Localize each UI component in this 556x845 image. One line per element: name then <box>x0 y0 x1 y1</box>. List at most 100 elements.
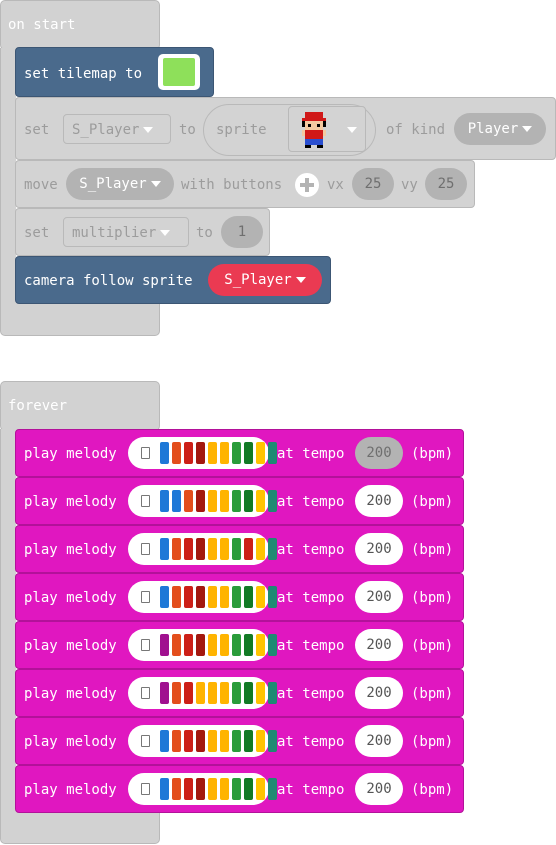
melody-note <box>160 730 169 752</box>
bpm-label: (bpm) <box>411 686 454 702</box>
at-tempo-label: at tempo <box>277 590 345 606</box>
set-sprite-set-label: set <box>24 122 50 138</box>
melody-icon <box>141 687 150 699</box>
bpm-label: (bpm) <box>411 782 454 798</box>
play-melody-label: play melody <box>24 782 117 798</box>
melody-note <box>160 538 169 560</box>
melody-note <box>160 490 169 512</box>
melody-note <box>196 442 205 464</box>
melody-note <box>184 586 193 608</box>
at-tempo-label: at tempo <box>277 686 345 702</box>
melody-note <box>208 682 217 704</box>
melody-note <box>196 490 205 512</box>
melody-note <box>220 538 229 560</box>
melody-note <box>232 538 241 560</box>
play-melody-label: play melody <box>24 542 117 558</box>
melody-note <box>256 586 265 608</box>
forever-footer <box>0 812 160 844</box>
tempo-input[interactable]: 200 <box>355 437 403 469</box>
sprite-label: sprite <box>216 122 267 138</box>
camera-variable-dropdown[interactable]: S_Player <box>208 264 322 296</box>
forever-label: forever <box>8 398 68 414</box>
tempo-input[interactable]: 200 <box>355 581 403 613</box>
tempo-input[interactable]: 200 <box>355 485 403 517</box>
melody-note <box>244 442 253 464</box>
melody-note <box>184 730 193 752</box>
at-tempo-label: at tempo <box>277 542 345 558</box>
melody-note <box>268 730 277 752</box>
melody-note <box>232 634 241 656</box>
melody-field[interactable] <box>128 677 277 709</box>
multiplier-variable-dropdown[interactable]: multiplier <box>63 217 189 247</box>
tempo-input[interactable]: 200 <box>355 677 403 709</box>
melody-icon <box>141 543 150 555</box>
melody-icon <box>141 495 150 507</box>
tilemap-swatch <box>163 58 195 86</box>
tempo-input[interactable]: 200 <box>355 725 403 757</box>
move-variable: S_Player <box>79 176 147 192</box>
camera-follow-label: camera follow sprite <box>24 273 193 289</box>
chevron-down-icon <box>150 181 161 187</box>
plus-v <box>305 178 309 192</box>
on-start-gutter <box>0 48 16 304</box>
bpm-label: (bpm) <box>411 638 454 654</box>
vx-label: vx <box>327 177 344 193</box>
melody-icon <box>141 639 150 651</box>
melody-field[interactable] <box>128 485 277 517</box>
at-tempo-label: at tempo <box>277 734 345 750</box>
melody-note <box>184 634 193 656</box>
melody-note <box>256 682 265 704</box>
multiplier-value-input[interactable]: 1 <box>221 216 263 248</box>
melody-note <box>220 442 229 464</box>
sprite-image-dropdown[interactable] <box>288 106 366 152</box>
melody-note <box>244 490 253 512</box>
melody-note <box>172 442 181 464</box>
melody-note <box>268 778 277 800</box>
melody-note <box>232 490 241 512</box>
melody-field[interactable] <box>128 725 277 757</box>
add-parameter-icon[interactable] <box>295 173 319 197</box>
melody-note <box>184 538 193 560</box>
play-melody-label: play melody <box>24 590 117 606</box>
chevron-down-icon <box>522 126 533 132</box>
melody-icon <box>141 447 150 459</box>
melody-field[interactable] <box>128 581 277 613</box>
melody-field[interactable] <box>128 629 277 661</box>
move-variable-dropdown[interactable]: S_Player <box>66 168 174 200</box>
kind-dropdown[interactable]: Player <box>454 113 546 145</box>
on-start-label: on start <box>8 17 76 33</box>
at-tempo-label: at tempo <box>277 494 345 510</box>
melody-icon <box>141 591 150 603</box>
melody-note <box>160 778 169 800</box>
vx-input[interactable]: 25 <box>352 168 394 200</box>
melody-note <box>172 538 181 560</box>
melody-note <box>256 778 265 800</box>
vy-input[interactable]: 25 <box>425 168 467 200</box>
melody-note <box>244 634 253 656</box>
melody-note <box>196 682 205 704</box>
chevron-down-icon <box>143 127 154 133</box>
of-kind-label: of kind <box>386 122 446 138</box>
melody-note <box>268 634 277 656</box>
tempo-input[interactable]: 200 <box>355 629 403 661</box>
play-melody-label: play melody <box>24 734 117 750</box>
bpm-label: (bpm) <box>411 446 454 462</box>
melody-note <box>160 682 169 704</box>
set-tilemap-label: set tilemap to <box>24 66 143 82</box>
tempo-input[interactable]: 200 <box>355 773 403 805</box>
melody-note <box>256 490 265 512</box>
melody-icon <box>141 735 150 747</box>
set-sprite-to-label: to <box>179 122 196 138</box>
tempo-input[interactable]: 200 <box>355 533 403 565</box>
melody-field[interactable] <box>128 437 277 469</box>
chevron-down-icon <box>347 127 357 133</box>
melody-field[interactable] <box>128 773 277 805</box>
melody-note <box>244 586 253 608</box>
set-sprite-variable: S_Player <box>72 122 140 138</box>
melody-field[interactable] <box>128 533 277 565</box>
melody-note <box>172 634 181 656</box>
kind-value: Player <box>467 121 519 137</box>
melody-note <box>232 586 241 608</box>
with-buttons-label: with buttons <box>181 177 283 193</box>
set-sprite-variable-dropdown[interactable]: S_Player <box>63 114 171 144</box>
